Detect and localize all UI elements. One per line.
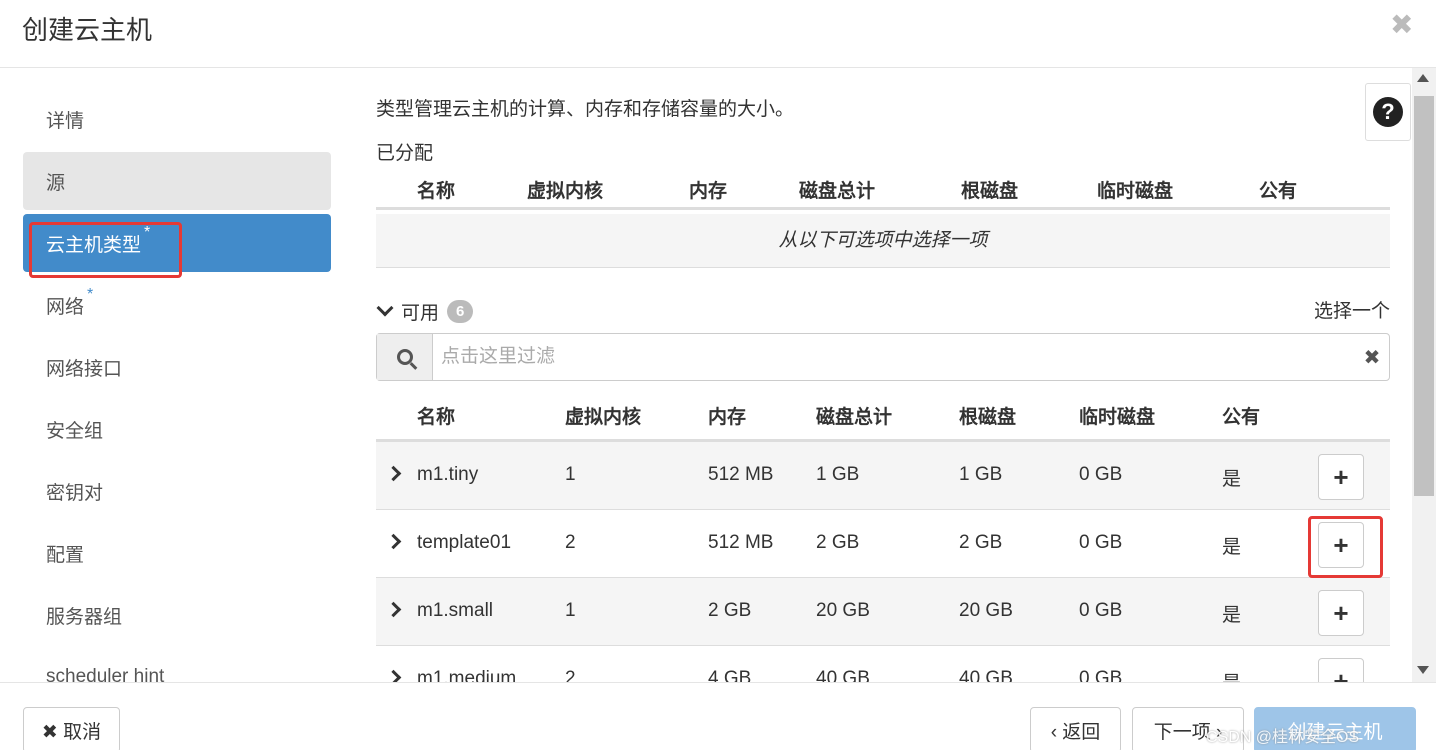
close-icon[interactable]: ✖ bbox=[1390, 8, 1413, 41]
flavor-root-disk: 1 GB bbox=[959, 464, 1003, 485]
flavor-root-disk: 20 GB bbox=[959, 600, 1013, 621]
allocated-table-header: 名称 虚拟内核 内存 磁盘总计 根磁盘 临时磁盘 公有 bbox=[376, 164, 1390, 210]
sidebar-item-label: 配置 bbox=[46, 544, 85, 566]
sidebar-item-source[interactable]: 源 bbox=[23, 152, 331, 210]
search-icon bbox=[396, 349, 413, 365]
table-row[interactable]: m1.tiny 1 512 MB 1 GB 1 GB 0 GB 是 + bbox=[376, 442, 1390, 510]
flavor-root-disk: 2 GB bbox=[959, 532, 1003, 553]
sidebar-item-label: 服务器组 bbox=[46, 606, 123, 628]
add-flavor-button[interactable]: + bbox=[1318, 454, 1364, 500]
add-flavor-button[interactable]: + bbox=[1318, 590, 1364, 636]
chevron-right-icon[interactable] bbox=[385, 533, 402, 550]
clear-filter-icon[interactable]: ✖ bbox=[1355, 334, 1389, 380]
flavor-ram: 512 MB bbox=[708, 532, 774, 553]
flavor-ephemeral-disk: 0 GB bbox=[1079, 464, 1123, 485]
sidebar-item-network-ports[interactable]: 网络接口 bbox=[23, 338, 331, 396]
available-label: 可用 bbox=[401, 303, 440, 324]
sidebar-item-label: 网络 bbox=[46, 296, 85, 318]
column-header-public[interactable]: 公有 bbox=[1222, 402, 1260, 429]
filter-bar: ✖ bbox=[376, 333, 1390, 381]
column-header-public[interactable]: 公有 bbox=[1259, 176, 1297, 203]
flavor-public: 是 bbox=[1222, 537, 1242, 558]
allocated-heading: 已分配 bbox=[376, 143, 434, 164]
filter-addon bbox=[377, 334, 433, 380]
flavor-description: 类型管理云主机的计算、内存和存储容量的大小。 bbox=[376, 99, 795, 120]
column-header-ephemeral-disk[interactable]: 临时磁盘 bbox=[1097, 176, 1173, 203]
highlight-box-add bbox=[1308, 516, 1383, 578]
column-header-total-disk[interactable]: 磁盘总计 bbox=[799, 176, 875, 203]
table-row[interactable]: template01 2 512 MB 2 GB 2 GB 0 GB 是 + bbox=[376, 510, 1390, 578]
modal-footer: ✖ 取消 ‹ 返回 下一项 › 创建云主机 CSDN @桂林安全OS bbox=[0, 682, 1436, 750]
select-one-hint: 选择一个 bbox=[1313, 301, 1390, 322]
flavor-name: m1.tiny bbox=[417, 464, 479, 485]
help-button[interactable]: ? bbox=[1365, 83, 1411, 141]
wizard-sidebar: 详情 源 云主机类型 * 网络 * 网络接口 安全组 密钥对 配置 服务器组 sch… bbox=[23, 90, 331, 710]
sidebar-item-details[interactable]: 详情 bbox=[23, 90, 331, 148]
available-toggle[interactable]: 可用 6 bbox=[376, 298, 474, 325]
cancel-button[interactable]: ✖ 取消 bbox=[23, 707, 120, 750]
sidebar-item-key-pairs[interactable]: 密钥对 bbox=[23, 462, 331, 520]
column-header-total-disk[interactable]: 磁盘总计 bbox=[816, 402, 892, 429]
flavor-ram: 2 GB bbox=[708, 600, 752, 621]
flavor-ram: 512 MB bbox=[708, 464, 774, 485]
scroll-thumb[interactable] bbox=[1414, 96, 1434, 496]
flavor-vcpus: 1 bbox=[565, 464, 576, 485]
column-header-vcpus[interactable]: 虚拟内核 bbox=[565, 402, 641, 429]
flavor-ephemeral-disk: 0 GB bbox=[1079, 600, 1123, 621]
column-header-vcpus[interactable]: 虚拟内核 bbox=[527, 176, 603, 203]
vertical-scrollbar[interactable] bbox=[1412, 68, 1436, 682]
flavor-total-disk: 1 GB bbox=[816, 464, 860, 485]
column-header-root-disk[interactable]: 根磁盘 bbox=[959, 402, 1016, 429]
help-icon: ? bbox=[1373, 97, 1403, 127]
sidebar-item-label: 源 bbox=[46, 172, 66, 194]
available-count-badge: 6 bbox=[447, 300, 474, 323]
chevron-right-icon[interactable] bbox=[385, 601, 402, 618]
flavor-total-disk: 2 GB bbox=[816, 532, 860, 553]
sidebar-item-label: 安全组 bbox=[46, 420, 104, 442]
flavor-vcpus: 2 bbox=[565, 532, 576, 553]
modal-header: 创建云主机 ✖ bbox=[0, 0, 1436, 68]
sidebar-item-label: 网络接口 bbox=[46, 358, 123, 380]
highlight-box-flavor bbox=[29, 222, 182, 278]
flavor-public: 是 bbox=[1222, 605, 1242, 626]
allocated-empty-message: 从以下可选项中选择一项 bbox=[376, 214, 1390, 268]
available-flavor-list: m1.tiny 1 512 MB 1 GB 1 GB 0 GB 是 + temp… bbox=[376, 442, 1390, 714]
chevron-right-icon[interactable] bbox=[385, 465, 402, 482]
flavor-name: m1.small bbox=[417, 600, 494, 621]
modal-title: 创建云主机 bbox=[22, 15, 153, 45]
watermark: CSDN @桂林安全OS bbox=[1206, 729, 1360, 746]
column-header-name[interactable]: 名称 bbox=[417, 402, 455, 429]
sidebar-item-networks[interactable]: 网络 * bbox=[23, 276, 331, 334]
chevron-down-icon bbox=[376, 299, 394, 316]
flavor-total-disk: 20 GB bbox=[816, 600, 870, 621]
column-header-ram[interactable]: 内存 bbox=[708, 402, 746, 429]
sidebar-item-security-groups[interactable]: 安全组 bbox=[23, 400, 331, 458]
column-header-name[interactable]: 名称 bbox=[417, 176, 455, 203]
back-button[interactable]: ‹ 返回 bbox=[1030, 707, 1121, 750]
table-row[interactable]: m1.small 1 2 GB 20 GB 20 GB 0 GB 是 + bbox=[376, 578, 1390, 646]
sidebar-item-server-groups[interactable]: 服务器组 bbox=[23, 586, 331, 644]
flavor-vcpus: 1 bbox=[565, 600, 576, 621]
sidebar-item-label: 密钥对 bbox=[46, 482, 104, 504]
required-marker: * bbox=[87, 286, 94, 303]
flavor-public: 是 bbox=[1222, 469, 1242, 490]
column-header-root-disk[interactable]: 根磁盘 bbox=[961, 176, 1018, 203]
sidebar-item-label: 详情 bbox=[46, 110, 85, 132]
flavor-ephemeral-disk: 0 GB bbox=[1079, 532, 1123, 553]
available-table-header: 名称 虚拟内核 内存 磁盘总计 根磁盘 临时磁盘 公有 bbox=[376, 390, 1390, 442]
sidebar-item-configuration[interactable]: 配置 bbox=[23, 524, 331, 582]
scroll-down-icon[interactable] bbox=[1417, 666, 1429, 674]
column-header-ram[interactable]: 内存 bbox=[689, 176, 727, 203]
column-header-ephemeral-disk[interactable]: 临时磁盘 bbox=[1079, 402, 1155, 429]
scroll-up-icon[interactable] bbox=[1417, 74, 1429, 82]
flavor-name: template01 bbox=[417, 532, 512, 553]
filter-input[interactable] bbox=[433, 334, 1355, 380]
